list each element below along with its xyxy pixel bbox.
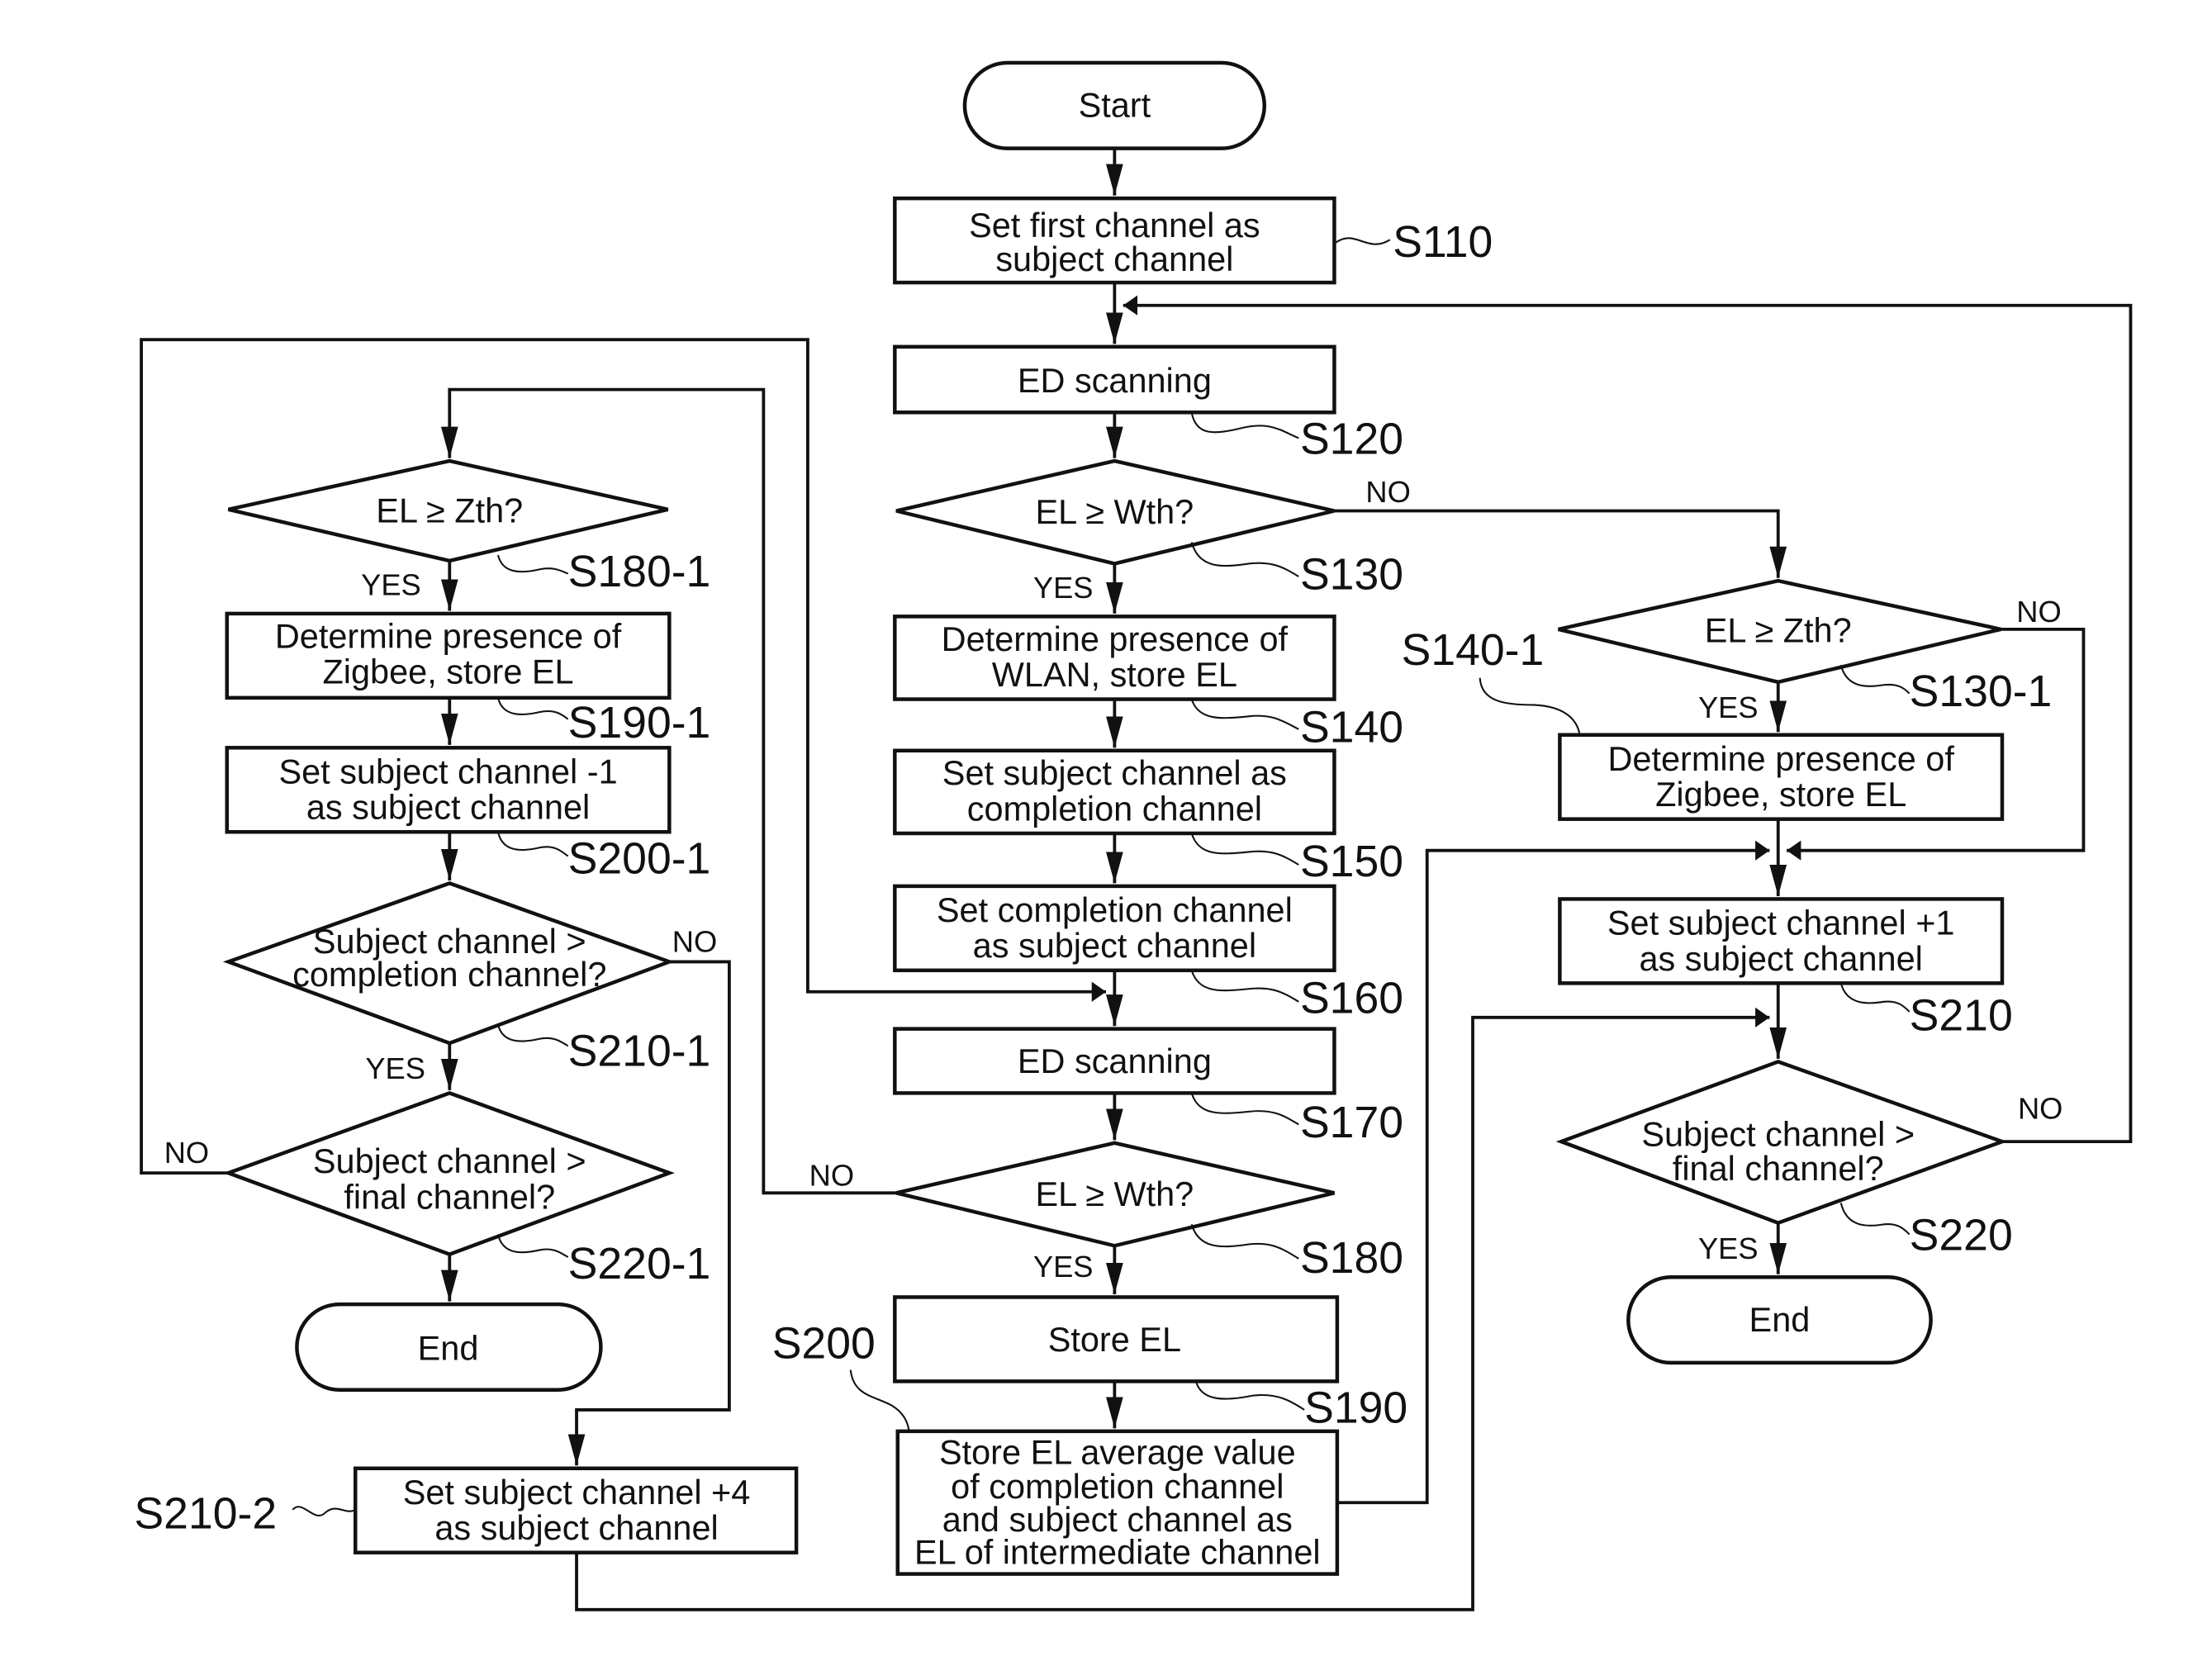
s140-1-ref: S140-1 — [1402, 626, 1545, 675]
node-s170: ED scanning S170 — [893, 1027, 1403, 1147]
node-s180-1: EL ≥ Zth? YES S180-1 — [227, 458, 711, 601]
s210-line-1: Set subject channel +1 — [1607, 904, 1955, 942]
s180-line-1: EL ≥ Wth? — [1036, 1175, 1194, 1213]
s210-1-ref: S210-1 — [568, 1027, 711, 1076]
node-s150: Set subject channel as completion channe… — [893, 748, 1403, 886]
s180-1-line-1: EL ≥ Zth? — [376, 491, 523, 529]
s190-1-line-1: Determine presence of — [275, 616, 622, 655]
s150-line-2: completion channel — [967, 789, 1262, 828]
s170-ref: S170 — [1300, 1099, 1403, 1147]
node-s210-1: Subject channel > completion channel? NO… — [222, 881, 717, 1085]
node-s120: ED scanning S120 — [893, 344, 1403, 463]
s220-ref: S220 — [1910, 1211, 2013, 1260]
s180-ref: S180 — [1300, 1234, 1403, 1283]
s190-ref: S190 — [1304, 1383, 1407, 1432]
end-left-label: End — [418, 1328, 479, 1367]
s210-line-2: as subject channel — [1639, 939, 1922, 978]
node-s130: EL ≥ Wth? NO YES S130 — [895, 458, 1411, 605]
s130-no-label: NO — [1365, 475, 1410, 509]
s110-ref: S110 — [1393, 218, 1493, 267]
node-s180: EL ≥ Wth? NO YES S180 — [809, 1141, 1403, 1284]
s180-no-label: NO — [809, 1159, 854, 1193]
s190-line-1: Store EL — [1048, 1320, 1181, 1359]
s210-1-line-2: completion channel? — [292, 955, 606, 994]
s120-ref: S120 — [1300, 415, 1403, 463]
s180-1-ref: S180-1 — [568, 548, 711, 596]
node-s200-1: Set subject channel -1 as subject channe… — [225, 746, 711, 883]
node-s190-1: Determine presence of Zigbee, store EL S… — [225, 611, 711, 747]
node-s210-2: Set subject channel +4 as subject channe… — [134, 1466, 799, 1554]
s110-line-1: Set first channel as — [969, 206, 1260, 244]
node-s160: Set completion channel as subject channe… — [893, 884, 1403, 1023]
s210-ref: S210 — [1910, 991, 2013, 1040]
node-s110: Set first channel as subject channel S11… — [893, 196, 1493, 285]
s210-2-line-2: as subject channel — [434, 1508, 718, 1547]
s220-line-1: Subject channel > — [1641, 1114, 1915, 1153]
s220-yes-label: YES — [1698, 1232, 1759, 1265]
start-label: Start — [1079, 86, 1151, 125]
s140-1-line-1: Determine presence of — [1608, 739, 1955, 778]
s160-line-1: Set completion channel — [937, 890, 1293, 929]
s130-1-yes-label: YES — [1698, 691, 1759, 724]
flowchart: Start Set first channel as subject chann… — [134, 60, 2133, 1611]
s130-1-ref: S130-1 — [1910, 667, 2053, 716]
node-s140: Determine presence of WLAN, store EL S14… — [893, 615, 1403, 752]
s200-1-line-1: Set subject channel -1 — [278, 752, 617, 790]
s190-1-ref: S190-1 — [568, 699, 711, 747]
s140-ref: S140 — [1300, 703, 1403, 752]
s210-2-ref: S210-2 — [134, 1489, 277, 1538]
s200-ref: S200 — [772, 1320, 876, 1369]
s220-line-2: final channel? — [1673, 1149, 1884, 1188]
s130-1-line-1: EL ≥ Zth? — [1705, 610, 1852, 649]
node-end-left: End — [295, 1302, 603, 1392]
node-s210: Set subject channel +1 as subject channe… — [1558, 897, 2013, 1040]
s130-yes-label: YES — [1033, 571, 1094, 605]
s180-1-yes-label: YES — [361, 567, 421, 601]
s160-line-2: as subject channel — [973, 926, 1256, 965]
s220-1-line-2: final channel? — [344, 1177, 555, 1216]
node-start: Start — [962, 60, 1267, 150]
s150-line-1: Set subject channel as — [942, 753, 1287, 792]
s140-line-1: Determine presence of — [942, 619, 1289, 658]
s210-1-no-label: NO — [672, 924, 717, 958]
s220-1-ref: S220-1 — [568, 1240, 711, 1288]
node-s220-1: Subject channel > final channel? NO S220… — [164, 1091, 711, 1288]
s140-1-line-2: Zigbee, store EL — [1655, 775, 1906, 814]
s220-1-no-label: NO — [164, 1136, 209, 1170]
s200-1-ref: S200-1 — [568, 834, 711, 883]
s190-1-line-2: Zigbee, store EL — [322, 653, 573, 691]
s170-line-1: ED scanning — [1018, 1042, 1212, 1080]
s200-line-4: EL of intermediate channel — [914, 1533, 1321, 1572]
s210-1-yes-label: YES — [365, 1051, 425, 1085]
s200-1-line-2: as subject channel — [306, 788, 590, 827]
s200-line-1: Store EL average value — [939, 1433, 1296, 1472]
s130-line-1: EL ≥ Wth? — [1036, 492, 1194, 531]
s210-2-line-1: Set subject channel +4 — [403, 1473, 751, 1512]
s130-ref: S130 — [1300, 551, 1403, 600]
node-s190: Store EL S190 — [893, 1295, 1407, 1432]
s130-1-no-label: NO — [2016, 595, 2061, 629]
s110-line-2: subject channel — [995, 240, 1233, 278]
s220-1-line-1: Subject channel > — [313, 1141, 586, 1180]
s140-line-2: WLAN, store EL — [992, 655, 1237, 694]
s120-line-1: ED scanning — [1018, 361, 1212, 400]
node-s220: Subject channel > final channel? NO YES … — [1555, 1059, 2062, 1265]
s150-ref: S150 — [1300, 838, 1403, 886]
s180-yes-label: YES — [1033, 1250, 1094, 1284]
node-end-right: End — [1626, 1275, 1933, 1365]
end-right-label: End — [1749, 1300, 1811, 1339]
node-s130-1: EL ≥ Zth? NO YES S130-1 — [1558, 578, 2062, 724]
s160-ref: S160 — [1300, 975, 1403, 1023]
s220-no-label: NO — [2018, 1091, 2062, 1125]
